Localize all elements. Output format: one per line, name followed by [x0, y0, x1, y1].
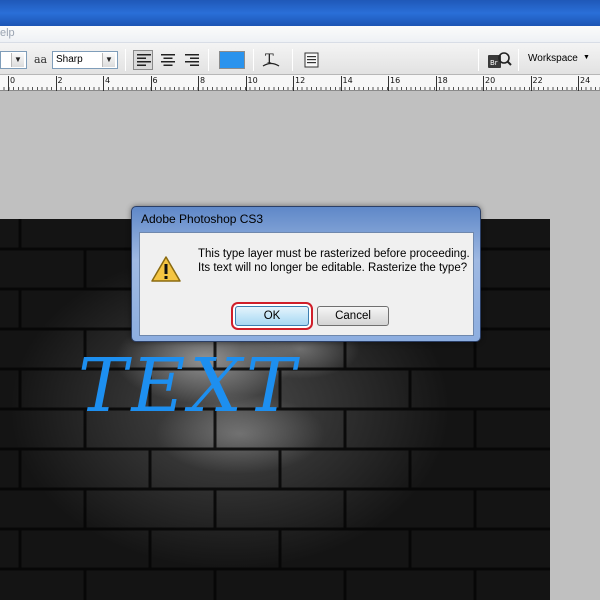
ruler-major-tick: [435, 76, 437, 91]
font-size-dropdown[interactable]: ▼: [0, 51, 27, 69]
ruler-label: 2: [57, 76, 63, 85]
window-title-bar: [0, 0, 600, 26]
ruler-label: 6: [152, 76, 158, 85]
antialias-value: Sharp: [56, 54, 83, 65]
toolbar-divider: [292, 49, 293, 71]
dialog-message: This type layer must be rasterized befor…: [198, 248, 470, 274]
ruler-label: 4: [105, 76, 111, 85]
chevron-down-icon[interactable]: ▼: [583, 54, 590, 61]
ruler-label: 24: [580, 76, 591, 85]
center-align-button[interactable]: [157, 50, 177, 70]
ruler-label: 10: [247, 76, 258, 85]
chevron-down-icon[interactable]: ▼: [11, 53, 24, 67]
bridge-icon: Br: [488, 52, 512, 68]
dialog-body: This type layer must be rasterized befor…: [139, 232, 474, 336]
antialias-select[interactable]: Sharp ▼: [52, 51, 118, 69]
ruler-major-tick: [530, 76, 532, 91]
chevron-down-icon[interactable]: ▼: [102, 53, 115, 67]
character-panel-button[interactable]: [302, 50, 322, 70]
toolbar-divider: [208, 49, 209, 71]
ruler-label: 18: [437, 76, 448, 85]
right-align-button[interactable]: [181, 50, 201, 70]
toolbar-divider: [478, 49, 479, 71]
menu-item-help[interactable]: elp: [0, 27, 15, 39]
ruler-major-tick: [340, 76, 342, 91]
menu-bar: elp: [0, 26, 600, 43]
ruler-major-tick: [150, 76, 152, 91]
character-panel-icon: [304, 52, 319, 68]
ruler-label: 8: [200, 76, 206, 85]
bridge-button[interactable]: Br: [486, 49, 512, 71]
rasterize-dialog: Adobe Photoshop CS3 This type layer must…: [131, 206, 481, 342]
ruler-label: 0: [10, 76, 16, 85]
ruler-major-tick: [8, 76, 9, 91]
ok-button[interactable]: OK: [235, 306, 309, 326]
warp-text-icon: T: [262, 52, 280, 67]
toolbar-divider: [518, 49, 519, 71]
ruler-major-tick: [578, 76, 579, 91]
ruler-major-tick: [483, 76, 484, 91]
options-bar: ▼ aa Sharp ▼ T Br Workspace ▼: [0, 43, 600, 75]
workspace-menu[interactable]: Workspace: [528, 53, 578, 64]
canvas-type-layer[interactable]: TEXT: [78, 349, 299, 423]
center-align-icon: [161, 54, 175, 66]
ruler-major-tick: [293, 76, 294, 91]
cancel-button[interactable]: Cancel: [317, 306, 389, 326]
toolbar-divider: [125, 49, 126, 71]
ruler-major-tick: [55, 76, 57, 91]
warp-text-button[interactable]: T: [261, 50, 281, 70]
text-color-swatch[interactable]: [219, 51, 245, 69]
antialias-icon: aa: [34, 53, 47, 66]
ruler-label: 22: [532, 76, 543, 85]
warning-icon: [151, 256, 181, 282]
ruler-label: 20: [485, 76, 496, 85]
right-align-icon: [185, 54, 199, 66]
ruler-label: 16: [390, 76, 401, 85]
ruler-major-tick: [245, 76, 247, 91]
antialias-icon-label: aa: [34, 53, 48, 66]
svg-text:Br: Br: [490, 59, 498, 67]
ruler-major-tick: [198, 76, 199, 91]
ruler-major-tick: [103, 76, 104, 91]
left-align-button[interactable]: [133, 50, 153, 70]
ruler-major-tick: [388, 76, 389, 91]
toolbar-divider: [253, 49, 254, 71]
ruler-label: 12: [295, 76, 306, 85]
left-align-icon: [137, 54, 151, 66]
ruler-label: 14: [342, 76, 353, 85]
dialog-title: Adobe Photoshop CS3: [141, 212, 264, 226]
